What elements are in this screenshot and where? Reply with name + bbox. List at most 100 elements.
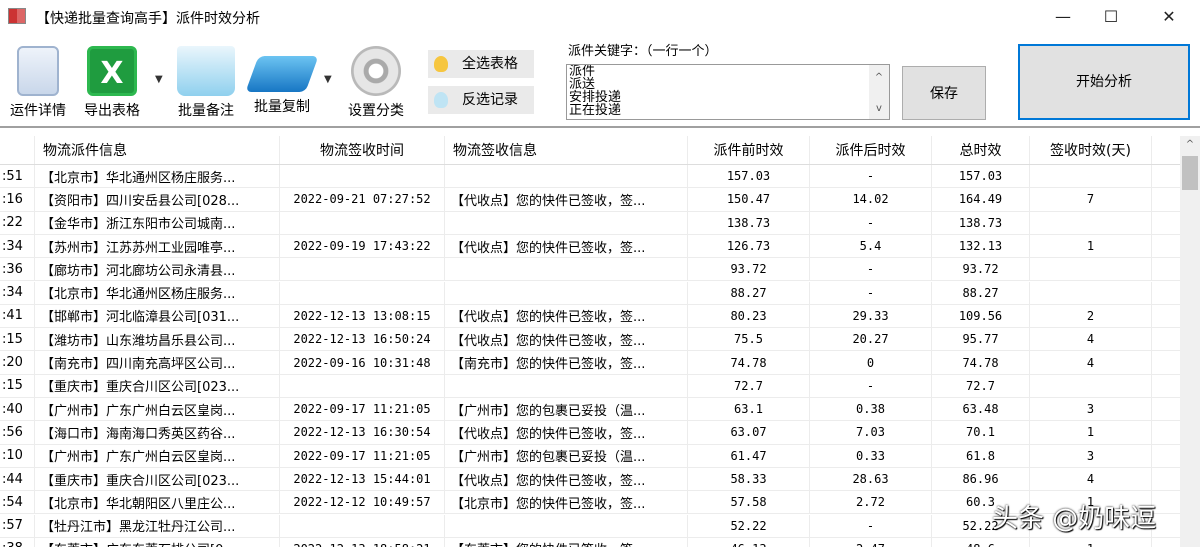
keyword-textarea[interactable]: 派件 派送 安排投递 正在投递 ^ v [566,64,890,120]
table-cell: - [810,281,932,304]
table-cell: 2022-09-17 11:21:05 [280,398,445,421]
column-header[interactable]: 总时效 [932,136,1030,164]
scroll-down-icon[interactable]: v [869,102,889,115]
table-cell: :44 [0,467,35,491]
settings-category-button[interactable]: 设置分类 [338,46,414,120]
invert-select-button[interactable]: 反选记录 [428,86,534,114]
table-cell: 【牡丹江市】黑龙江牡丹江公司... [35,514,280,537]
table-cell: 【邯郸市】河北临漳县公司[031... [35,304,280,328]
table-cell: 63.1 [688,398,810,421]
table-cell: 【北京市】华北通州区杨庄服务... [35,281,280,304]
table-cell [445,281,688,304]
table-cell: 【苏州市】江苏苏州工业园唯亭... [35,234,280,258]
start-analysis-button[interactable]: 开始分析 [1018,44,1190,120]
table-cell: 63.48 [932,398,1030,421]
table-cell: 7 [1030,188,1152,211]
table-cell: - [810,258,932,281]
table-cell: 【南充市】您的快件已签收，签... [445,351,688,374]
scrollbar-thumb[interactable] [1182,156,1198,190]
table-row[interactable]: :10 【广州市】广东广州白云区皇岗... 2022-09-17 11:21:05 【… [0,444,1180,468]
table-row[interactable]: :40 【广州市】广东广州白云区皇岗... 2022-09-17 11:21:05 【… [0,398,1180,422]
table-cell: :57 [0,514,35,537]
table-cell: 【南充市】四川南充高坪区公司... [35,351,280,374]
table-row[interactable]: :16 【资阳市】四川安岳县公司[028... 2022-09-21 07:27:5… [0,188,1180,212]
table-row[interactable]: :36 【廊坊市】河北廊坊公司永清县... 93.72-93.72 [0,258,1180,282]
column-header[interactable]: 派件后时效 [810,136,932,164]
scroll-up-icon[interactable]: ^ [1180,136,1200,154]
table-cell [280,514,445,537]
table-cell: 70.1 [932,421,1030,444]
table-cell: :41 [0,304,35,328]
gear-icon [351,46,401,96]
table-row[interactable]: :34 【北京市】华北通州区杨庄服务... 88.27-88.27 [0,281,1180,305]
table-cell: 2022-09-17 11:21:05 [280,444,445,467]
copy-dropdown-arrow[interactable]: ▼ [324,74,332,85]
table-cell: 2 [1030,304,1152,328]
table-cell: 【广州市】广东广州白云区皇岗... [35,398,280,421]
column-header[interactable] [0,136,35,164]
table-cell: 2022-09-16 10:31:48 [280,351,445,374]
scroll-up-icon[interactable]: ^ [869,71,889,84]
results-table: 物流派件信息 物流签收时间 物流签收信息 派件前时效 派件后时效 总时效 签收时效(天) :… [0,136,1180,547]
table-cell: 0.38 [810,398,932,421]
table-row[interactable]: :56 【海口市】海南海口秀英区药谷... 2022-12-13 16:30:54 【… [0,421,1180,445]
select-all-button[interactable]: 全选表格 [428,50,534,78]
export-dropdown-arrow[interactable]: ▼ [155,74,163,85]
table-cell: :36 [0,258,35,281]
minimize-button[interactable]: — [1040,4,1086,30]
table-row[interactable]: :22 【金华市】浙江东阳市公司城南... 138.73-138.73 [0,211,1180,235]
table-cell [280,374,445,397]
table-cell: :15 [0,374,35,397]
maximize-button[interactable]: ☐ [1088,4,1134,30]
batch-note-button[interactable]: 批量备注 [168,46,244,120]
tool-label: 批量复制 [254,99,310,115]
tool-label: 设置分类 [348,103,404,119]
export-table-button[interactable]: X 导出表格 [74,46,150,120]
table-cell: 157.03 [932,165,1030,188]
table-cell: 【代收点】您的快件已签收，签... [445,188,688,211]
table-cell: 29.33 [810,304,932,328]
window-title: 【快递批量查询高手】派件时效分析 [36,11,260,27]
table-cell: :40 [0,398,35,421]
table-cell: 【北京市】您的快件已签收，签... [445,491,688,514]
vertical-scrollbar[interactable]: ^ [1180,136,1200,547]
table-cell: 2022-12-12 10:49:57 [280,491,445,514]
table-cell [280,165,445,188]
column-header[interactable]: 物流签收时间 [280,136,445,164]
toolbar: 运件详情 X 导出表格 ▼ 批量备注 批量复制 ▼ 设置分类 全选表格 反选记录… [0,34,1200,128]
table-cell: 【广州市】广东广州白云区皇岗... [35,444,280,467]
save-button[interactable]: 保存 [902,66,986,120]
keyword-scrollbar[interactable]: ^ v [869,65,889,119]
shipment-details-button[interactable]: 运件详情 [0,46,76,120]
table-cell: 2022-12-13 16:50:24 [280,328,445,351]
title-bar: 【快递批量查询高手】派件时效分析 — ☐ ✕ [0,0,1200,34]
table-cell: 20.27 [810,328,932,351]
table-row[interactable]: :38【东莞市】广东东莞石排公司[0...2022-12-13 18:58:21… [0,537,1180,547]
keyword-label: 派件关键字：（一行一个） [568,44,718,59]
close-button[interactable]: ✕ [1146,4,1192,30]
table-cell: 57.58 [688,491,810,514]
table-cell: 28.63 [810,467,932,491]
column-header[interactable]: 物流签收信息 [445,136,688,164]
lightbulb-on-icon [434,56,448,72]
table-cell: - [810,514,932,537]
table-cell: 1 [1030,421,1152,444]
column-header[interactable]: 物流派件信息 [35,136,280,164]
tool-label: 批量备注 [178,103,234,119]
table-row[interactable]: :20 【南充市】四川南充高坪区公司... 2022-09-16 10:31:48 【… [0,351,1180,375]
table-row[interactable]: :44 【重庆市】重庆合川区公司[023... 2022-12-13 15:44:0… [0,467,1180,492]
tool-label: 导出表格 [84,103,140,119]
table-row[interactable]: :34 【苏州市】江苏苏州工业园唯亭... 2022-09-19 17:43:22 【… [0,234,1180,259]
table-cell: 【重庆市】重庆合川区公司[023... [35,467,280,491]
table-cell: 0 [810,351,932,374]
table-row[interactable]: :41 【邯郸市】河北临漳县公司[031... 2022-12-13 13:08:1… [0,304,1180,329]
column-header[interactable]: 派件前时效 [688,136,810,164]
batch-copy-button[interactable]: 批量复制 [244,46,320,116]
table-row[interactable]: :15 【重庆市】重庆合川区公司[023... 72.7-72.7 [0,374,1180,398]
invert-select-label: 反选记录 [462,92,518,108]
table-cell: 【代收点】您的快件已签收，签... [445,421,688,444]
column-header[interactable]: 签收时效(天) [1030,136,1152,164]
table-cell: 63.07 [688,421,810,444]
table-row[interactable]: :51 【北京市】华北通州区杨庄服务... 157.03-157.03 [0,165,1180,189]
table-row[interactable]: :15 【潍坊市】山东潍坊昌乐县公司... 2022-12-13 16:50:24 【… [0,328,1180,352]
